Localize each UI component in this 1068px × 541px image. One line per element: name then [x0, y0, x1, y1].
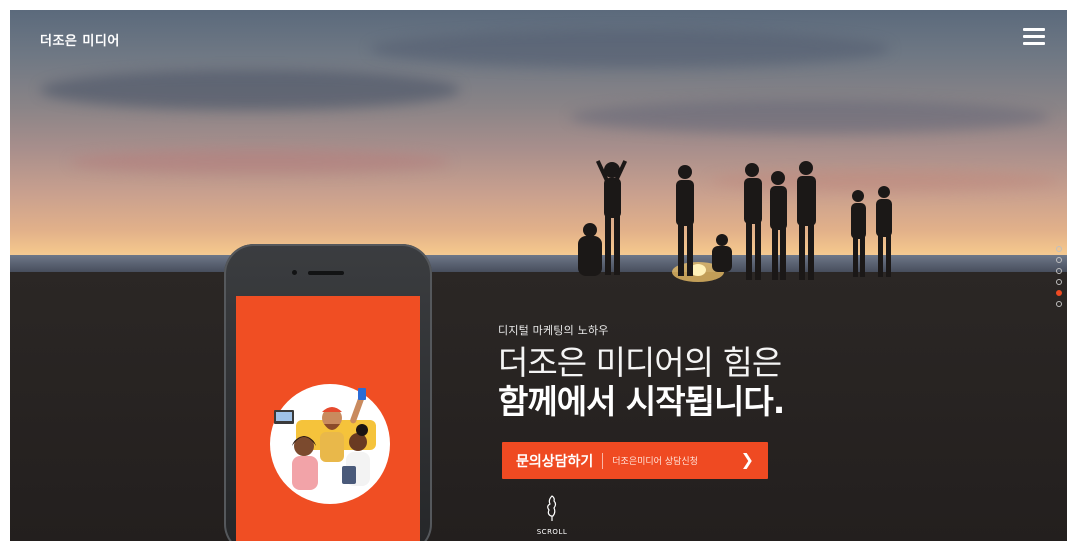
scroll-hand-icon [547, 495, 557, 521]
phone-speaker [308, 271, 344, 275]
hero-eyebrow: 디지털 마케팅의 노하우 [498, 324, 609, 337]
pagination-dot[interactable] [1056, 279, 1062, 285]
hero-headline-bold: 함께에서 시작됩니다. [498, 382, 785, 421]
hero-text: 디지털 마케팅의 노하우 더조은 미디어의 힘은 함께에서 시작됩니다. [498, 322, 785, 422]
people-illustration-icon [270, 384, 390, 504]
phone-screen [236, 296, 420, 541]
pagination-dot-active[interactable] [1056, 290, 1062, 296]
pagination-dot[interactable] [1056, 301, 1062, 307]
pagination-dot[interactable] [1056, 257, 1062, 263]
hero-section: 더조은 미디어 디지털 마케팅의 노하우 더조은 미디어의 힘은 함께에서 시작… [10, 10, 1067, 541]
chevron-right-icon: ❯ [740, 450, 754, 469]
consultation-button-sublabel: 더조은미디어 상담신청 [612, 457, 698, 467]
silhouettes [578, 160, 892, 282]
phone-camera [292, 270, 297, 275]
people-silhouettes [578, 160, 892, 280]
scroll-label: SCROLL [536, 528, 568, 536]
consultation-button-label: 문의상담하기 [516, 453, 594, 470]
consultation-button[interactable]: 문의상담하기 더조은미디어 상담신청 ❯ [502, 442, 768, 479]
pagination-dot[interactable] [1056, 246, 1062, 252]
section-pagination [1056, 246, 1064, 312]
scroll-indicator[interactable]: SCROLL [532, 494, 572, 536]
pagination-dot[interactable] [1056, 268, 1062, 274]
site-logo[interactable]: 더조은 미디어 [40, 30, 120, 49]
cta-divider [602, 452, 604, 469]
hamburger-icon[interactable] [1023, 28, 1045, 46]
hero-headline-light: 더조은 미디어의 힘은 [498, 343, 782, 382]
smartphone-mockup [224, 244, 432, 541]
